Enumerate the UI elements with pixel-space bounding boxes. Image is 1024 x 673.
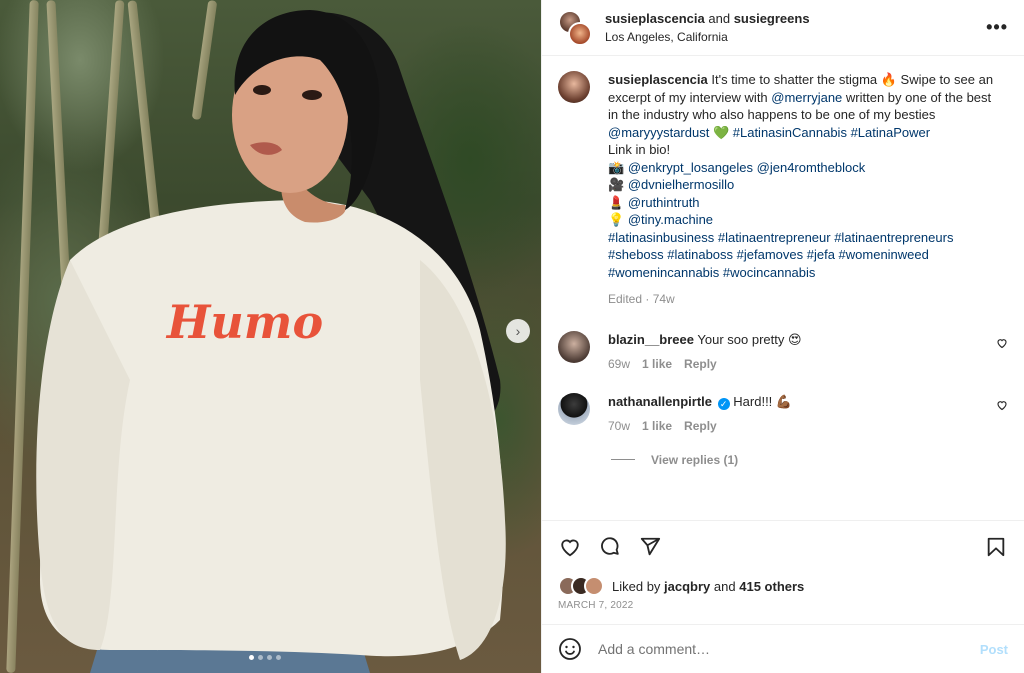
likes-conjunction: and: [713, 578, 736, 594]
comment: blazin__breee Your soo pretty 😍 69w 1 li…: [558, 330, 1008, 371]
instagram-post-view: Humo › susieplascencia and susiegreens L…: [0, 0, 1024, 673]
lightbulb-emoji-icon: 💡: [608, 212, 625, 227]
view-replies-button[interactable]: View replies (1): [611, 453, 1008, 467]
bookmark-icon[interactable]: [984, 535, 1008, 559]
reply-button[interactable]: Reply: [684, 357, 717, 371]
comment: nathanallenpirtle ✓ Hard!!! 💪🏾 70w 1 lik…: [558, 392, 1008, 433]
comments-scroll-area[interactable]: susieplascencia It's time to shatter the…: [542, 57, 1024, 520]
liker-link[interactable]: jacqbry: [664, 579, 710, 594]
caption: susieplascencia It's time to shatter the…: [558, 71, 1008, 309]
comment-icon[interactable]: [598, 535, 622, 559]
next-slide-button[interactable]: ›: [506, 319, 530, 343]
chevron-right-icon: ›: [515, 323, 521, 339]
post-authors: susieplascencia and susiegreens: [605, 11, 986, 26]
heart-icon[interactable]: [558, 535, 582, 559]
collab-avatars[interactable]: [558, 9, 592, 46]
smiley-icon[interactable]: [558, 637, 582, 661]
comment-input[interactable]: [598, 641, 980, 657]
avatar: [584, 576, 604, 596]
caption-text: Link in bio!: [608, 142, 671, 157]
mention-link[interactable]: @dvnielhermosillo: [628, 177, 734, 192]
avatar[interactable]: [558, 392, 590, 425]
carousel-dot: [267, 655, 272, 660]
caption-meta: Edited · 74w: [608, 292, 675, 306]
post-header: susieplascencia and susiegreens Los Ange…: [542, 0, 1024, 56]
heart-icon[interactable]: [996, 337, 1008, 352]
action-bar: [542, 520, 1024, 572]
divider: [611, 459, 635, 460]
post-comment-button[interactable]: Post: [980, 642, 1008, 657]
comment-likes[interactable]: 1 like: [642, 419, 672, 433]
liker-avatars: [558, 576, 604, 596]
carousel-dot: [276, 655, 281, 660]
comment-text: Your soo pretty 😍: [697, 331, 802, 347]
hashtag-list[interactable]: #latinasinbusiness #latinaentrepreneur #…: [608, 229, 998, 282]
camera-emoji-icon: 📸: [608, 159, 625, 175]
post-date[interactable]: MARCH 7, 2022: [558, 600, 633, 611]
comment-age[interactable]: 70w: [608, 419, 630, 433]
paper-plane-icon[interactable]: [638, 535, 662, 559]
carousel-dots: [249, 655, 281, 660]
mention-link[interactable]: @merryjane: [771, 90, 842, 105]
comment-text: Hard!!! 💪🏾: [733, 393, 793, 409]
caption-text: 💚: [709, 124, 733, 140]
video-camera-emoji-icon: 🎥: [608, 177, 625, 192]
sweatshirt-print: Humo: [165, 295, 323, 349]
carousel-dot: [258, 655, 263, 660]
more-options-button[interactable]: •••: [986, 17, 1008, 38]
post-photo[interactable]: Humo ›: [0, 0, 541, 673]
avatar[interactable]: [558, 71, 590, 103]
avatar[interactable]: [568, 21, 592, 46]
likes-summary[interactable]: Liked by jacqbry and 415 others: [558, 576, 804, 596]
verified-badge-icon: ✓: [717, 397, 730, 410]
mention-link[interactable]: @enkrypt_losangeles: [628, 160, 753, 175]
comment-username[interactable]: nathanallenpirtle: [608, 394, 712, 409]
carousel-dot: [249, 655, 254, 660]
caption-username[interactable]: susieplascencia: [608, 72, 708, 87]
hashtag-link[interactable]: #LatinaPower: [851, 125, 931, 140]
heart-icon[interactable]: [996, 399, 1008, 414]
person-illustration: Humo: [36, 10, 506, 673]
avatar[interactable]: [558, 330, 590, 363]
mention-link[interactable]: @maryyystardust: [608, 125, 709, 140]
author-link[interactable]: susiegreens: [734, 11, 810, 26]
authors-conjunction: and: [708, 11, 731, 26]
location-link[interactable]: Los Angeles, California: [605, 30, 986, 44]
mention-link[interactable]: @tiny.machine: [628, 212, 713, 227]
mention-link[interactable]: @ruthintruth: [628, 195, 700, 210]
add-comment-bar: Post: [542, 624, 1024, 673]
reply-button[interactable]: Reply: [684, 419, 717, 433]
comment-age[interactable]: 69w: [608, 357, 630, 371]
likes-prefix: Liked by: [612, 578, 661, 594]
mention-link[interactable]: @jen4romtheblock: [757, 160, 866, 175]
likes-count-link[interactable]: 415 others: [739, 579, 804, 594]
comment-username[interactable]: blazin__breee: [608, 332, 694, 347]
post-side-panel: susieplascencia and susiegreens Los Ange…: [541, 0, 1024, 673]
hashtag-link[interactable]: #LatinasinCannabis: [733, 125, 847, 140]
view-replies-label: View replies (1): [651, 452, 739, 467]
author-link[interactable]: susieplascencia: [605, 11, 705, 26]
comment-likes[interactable]: 1 like: [642, 357, 672, 371]
lipstick-emoji-icon: 💄: [608, 194, 625, 210]
